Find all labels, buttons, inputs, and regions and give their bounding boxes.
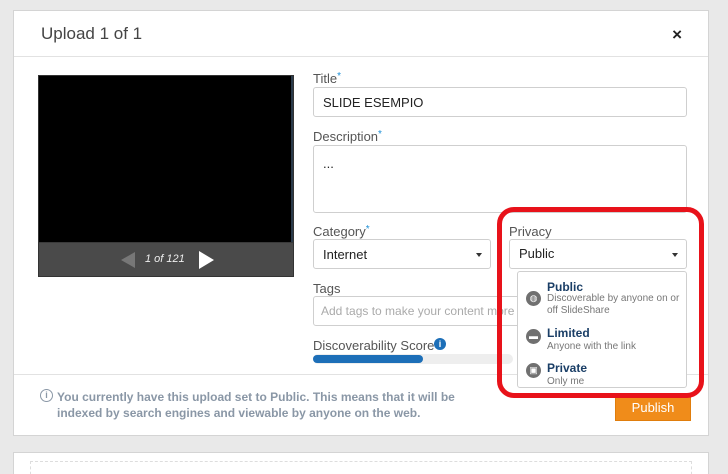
category-value: Internet xyxy=(323,247,368,262)
category-label: Category* xyxy=(313,224,370,239)
dialog-title: Upload 1 of 1 xyxy=(41,24,143,43)
dialog-header: Upload 1 of 1 × xyxy=(14,11,708,57)
page-count: 1 of 121 xyxy=(145,253,185,265)
category-select[interactable]: Internet xyxy=(313,239,491,269)
highlight-annotation xyxy=(497,207,704,398)
tags-input[interactable]: Add tags to make your content more d xyxy=(313,296,523,326)
slide-preview[interactable]: 1 of 121 xyxy=(38,75,294,277)
discoverability-score-label: Discoverability Score xyxy=(313,338,435,353)
next-panel-inner xyxy=(30,461,692,474)
info-circle-icon: i xyxy=(40,389,53,402)
next-panel xyxy=(13,452,709,474)
next-slide-icon[interactable] xyxy=(199,251,214,269)
score-bar xyxy=(313,355,423,363)
description-input[interactable]: ... xyxy=(313,145,687,213)
preview-edge xyxy=(291,76,293,242)
title-input[interactable]: SLIDE ESEMPIO xyxy=(313,87,687,117)
info-icon[interactable]: i xyxy=(434,338,446,350)
publish-button[interactable]: Publish xyxy=(615,395,691,421)
privacy-notice: You currently have this upload set to Pu… xyxy=(57,390,455,420)
description-label: Description* xyxy=(313,129,382,144)
preview-navigation: 1 of 121 xyxy=(39,243,293,276)
close-button[interactable]: × xyxy=(672,26,682,43)
title-label: Title* xyxy=(313,71,341,86)
tags-label: Tags xyxy=(313,281,341,296)
previous-slide-icon[interactable] xyxy=(121,252,135,268)
chevron-down-icon xyxy=(476,253,482,257)
